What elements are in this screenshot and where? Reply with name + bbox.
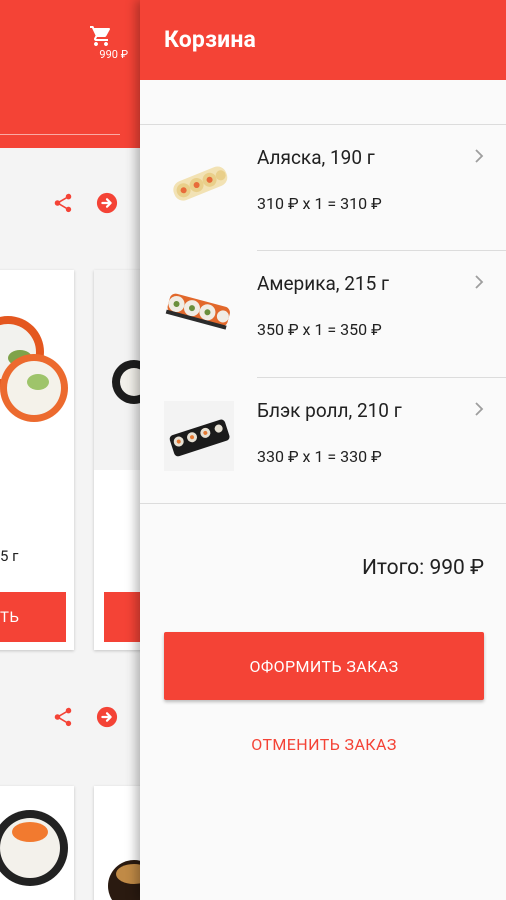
- item-thumbnail: [164, 148, 234, 218]
- item-price-calc: 330 ₽ x 1 = 330 ₽: [257, 447, 382, 466]
- cart-item[interactable]: Аляска, 190 г 310 ₽ x 1 = 310 ₽: [140, 124, 506, 250]
- cart-total: Итого: 990 ₽: [361, 556, 484, 580]
- cancel-order-label: ОТМЕНИТЬ ЗАКАЗ: [251, 734, 397, 754]
- item-price-calc: 350 ₽ x 1 = 350 ₽: [257, 320, 382, 339]
- cart-item[interactable]: Блэк ролл, 210 г 330 ₽ x 1 = 330 ₽: [140, 377, 506, 503]
- background-app: 990 ₽ ка 5 г ТЬ: [0, 0, 140, 900]
- cancel-order-button[interactable]: ОТМЕНИТЬ ЗАКАЗ: [164, 726, 484, 762]
- checkout-label: ОФОРМИТЬ ЗАКАЗ: [249, 656, 399, 676]
- checkout-button[interactable]: ОФОРМИТЬ ЗАКАЗ: [164, 632, 484, 700]
- chevron-right-icon: [475, 275, 484, 289]
- drawer-title: Корзина: [164, 26, 257, 53]
- item-price-calc: 310 ₽ x 1 = 310 ₽: [257, 194, 382, 213]
- item-name: Блэк ролл, 210 г: [257, 399, 402, 422]
- drawer-header: Корзина: [140, 0, 506, 80]
- drawer-scrim[interactable]: [0, 0, 140, 900]
- cart-drawer: Корзина Аляска, 190 г 310 ₽ x 1 = 310 ₽: [140, 0, 506, 900]
- item-name: Аляска, 190 г: [257, 146, 375, 169]
- item-name: Америка, 215 г: [257, 272, 389, 295]
- item-thumbnail: [164, 401, 234, 471]
- chevron-right-icon: [475, 402, 484, 416]
- chevron-right-icon: [475, 149, 484, 163]
- item-thumbnail: [164, 274, 234, 344]
- divider: [140, 503, 506, 504]
- cart-item[interactable]: Америка, 215 г 350 ₽ x 1 = 350 ₽: [140, 250, 506, 376]
